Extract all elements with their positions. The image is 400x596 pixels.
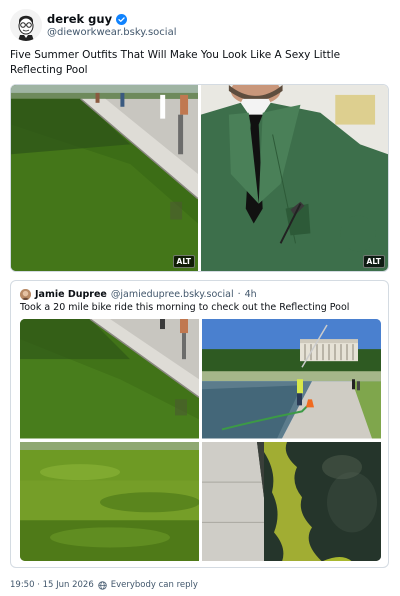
lincoln-memorial-photo xyxy=(202,319,381,439)
reply-setting-label[interactable]: Everybody can reply xyxy=(111,580,198,590)
reflecting-pool-photo xyxy=(20,319,199,439)
quoted-author-avatar[interactable] xyxy=(20,288,31,300)
post-header: derek guy @dieworkwear.bsky.social xyxy=(10,9,390,43)
avatar-photo-icon xyxy=(20,288,31,300)
quoted-image-green-water[interactable] xyxy=(20,441,199,561)
quoted-media-grid xyxy=(20,319,381,561)
quoted-image-lincoln-memorial[interactable] xyxy=(202,319,381,439)
quoted-author-handle[interactable]: @jamiedupree.bsky.social xyxy=(111,289,234,300)
green-suit-photo xyxy=(201,85,388,271)
post-image-green-suit[interactable]: ALT xyxy=(201,85,388,271)
quoted-image-algae-edge[interactable] xyxy=(202,441,381,561)
quoted-author-name[interactable]: Jamie Dupree xyxy=(35,289,107,300)
author-display-name[interactable]: derek guy xyxy=(47,12,112,26)
alt-text-badge[interactable]: ALT xyxy=(172,255,195,268)
dot-separator: · xyxy=(237,288,241,300)
quoted-image-reflecting-pool[interactable] xyxy=(20,319,199,439)
quoted-post-text: Took a 20 mile bike ride this morning to… xyxy=(20,302,350,313)
quoted-post-card[interactable]: Jamie Dupree @jamiedupree.bsky.social · … xyxy=(10,280,389,568)
avatar-sketch-glasses-icon xyxy=(10,9,42,41)
verified-badge-icon[interactable] xyxy=(116,13,128,25)
post-text: Five Summer Outfits That Will Make You L… xyxy=(10,49,341,76)
author-handle[interactable]: @dieworkwear.bsky.social xyxy=(47,27,176,38)
quoted-post-header: Jamie Dupree @jamiedupree.bsky.social · … xyxy=(20,287,257,301)
post-image-reflecting-pool[interactable]: ALT xyxy=(11,85,198,271)
post-footer: 19:50 · 15 Jun 2026 Everybody can reply xyxy=(10,580,198,590)
author-name-row: derek guy xyxy=(47,11,128,27)
globe-icon xyxy=(98,580,107,590)
reflecting-pool-photo xyxy=(11,85,198,271)
alt-text-badge[interactable]: ALT xyxy=(362,255,385,268)
author-avatar[interactable] xyxy=(10,9,42,41)
post-media-grid: ALT ALT xyxy=(10,84,389,272)
green-water-photo xyxy=(20,441,199,561)
algae-edge-photo xyxy=(202,441,381,561)
post-timestamp[interactable]: 19:50 · 15 Jun 2026 xyxy=(10,580,94,590)
quoted-post-time[interactable]: 4h xyxy=(245,289,257,300)
